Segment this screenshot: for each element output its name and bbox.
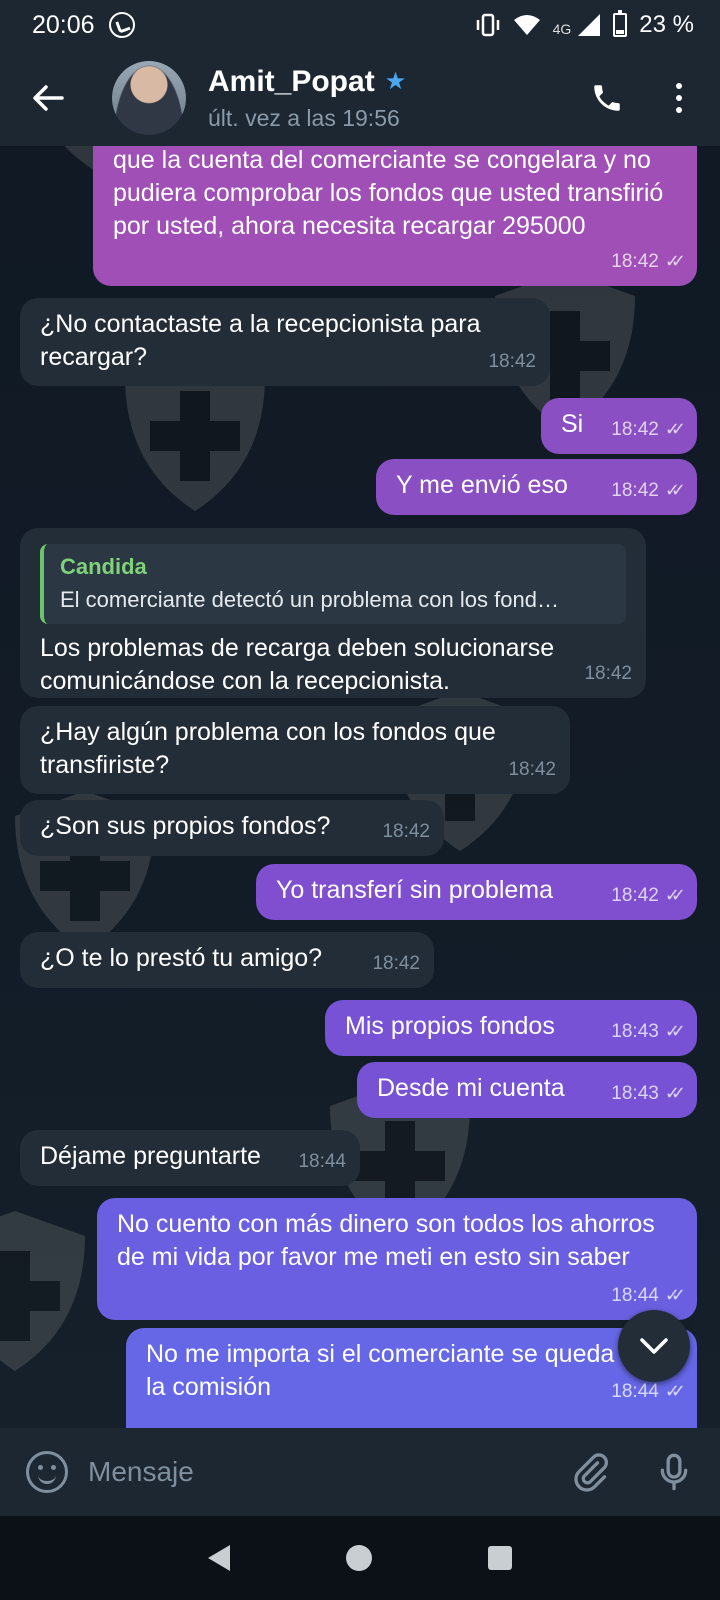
double-check-icon: ✓✓ <box>664 885 686 905</box>
chat-title[interactable]: Amit_Popat ★ últ. vez a las 19:56 <box>208 65 406 132</box>
message-outgoing[interactable]: Mis propios fondos 18:43 ✓✓ <box>325 1000 697 1056</box>
message-text: que la cuenta del comerciante se congela… <box>113 146 664 240</box>
status-bar: 20:06 4G 23 % <box>0 0 720 50</box>
message-incoming[interactable]: Candida El comerciante detectó un proble… <box>20 528 646 698</box>
avatar[interactable] <box>112 61 186 135</box>
phone-icon[interactable] <box>590 81 624 115</box>
message-time: 18:44 <box>611 1285 659 1306</box>
last-seen: últ. vez a las 19:56 <box>208 104 400 131</box>
message-time: 18:43 <box>611 1083 659 1104</box>
nav-recents-icon[interactable] <box>488 1546 512 1570</box>
status-time: 20:06 <box>32 10 95 39</box>
message-text: ¿O te lo prestó tu amigo? <box>40 944 323 972</box>
reply-text: El comerciante detectó un problema con l… <box>60 587 559 612</box>
scroll-down-button[interactable] <box>618 1310 690 1382</box>
message-incoming[interactable]: Déjame preguntarte 18:44 <box>20 1130 360 1186</box>
message-input-bar: Mensaje <box>0 1428 720 1516</box>
message-outgoing[interactable]: Si 18:42 ✓✓ <box>541 398 697 454</box>
message-text: ¿Son sus propios fondos? <box>40 812 331 840</box>
message-input[interactable]: Mensaje <box>88 1456 570 1488</box>
message-outgoing[interactable]: Desde mi cuenta 18:43 ✓✓ <box>357 1062 697 1118</box>
vibrate-icon <box>476 13 499 37</box>
signal-icon <box>578 14 601 36</box>
whatsapp-icon <box>108 12 135 38</box>
message-time: 18:42 <box>382 821 430 842</box>
reply-author: Candida <box>60 554 147 579</box>
watermark-shield-icon <box>0 1211 85 1371</box>
double-check-icon: ✓✓ <box>664 251 686 271</box>
message-text: No me importa si el comerciante se queda… <box>146 1340 662 1401</box>
chevron-down-icon <box>640 1338 668 1354</box>
reply-quote[interactable]: Candida El comerciante detectó un proble… <box>40 544 626 624</box>
attach-icon[interactable] <box>570 1452 610 1492</box>
message-time: 18:42 <box>611 419 659 440</box>
status-icons: 4G 23 % <box>475 10 694 39</box>
double-check-icon: ✓✓ <box>664 1285 686 1305</box>
message-incoming[interactable]: ¿Son sus propios fondos? 18:42 <box>20 800 444 856</box>
message-incoming[interactable]: ¿O te lo prestó tu amigo? 18:42 <box>20 932 434 988</box>
message-text: ¿No contactaste a la recepcionista para … <box>40 310 481 371</box>
message-outgoing[interactable]: Yo transferí sin problema 18:42 ✓✓ <box>256 864 697 920</box>
message-time: 18:43 <box>611 1021 659 1042</box>
message-time: 18:44 <box>298 1151 346 1172</box>
message-text: No cuento con más dinero son todos los a… <box>117 1210 655 1271</box>
message-incoming[interactable]: ¿No contactaste a la recepcionista para … <box>20 298 550 386</box>
double-check-icon: ✓✓ <box>664 1083 686 1103</box>
nav-back-icon[interactable] <box>208 1545 230 1571</box>
contact-name: Amit_Popat <box>208 64 375 98</box>
message-time: 18:42 <box>488 351 536 372</box>
double-check-icon: ✓✓ <box>664 1021 686 1041</box>
mic-icon[interactable] <box>654 1452 694 1492</box>
double-check-icon: ✓✓ <box>664 419 686 439</box>
back-arrow-icon[interactable] <box>30 80 66 116</box>
message-text: Los problemas de recarga deben soluciona… <box>40 634 555 695</box>
message-outgoing[interactable]: Y me envió eso 18:42 ✓✓ <box>376 459 697 515</box>
message-time: 18:42 <box>611 885 659 906</box>
message-time: 18:42 <box>611 251 659 272</box>
message-time: 18:42 <box>508 759 556 780</box>
network-type: 4G <box>552 21 572 37</box>
chat-area[interactable]: que la cuenta del comerciante se congela… <box>0 146 720 1428</box>
nav-home-icon[interactable] <box>346 1545 372 1571</box>
battery-icon <box>613 10 628 37</box>
verified-star-icon: ★ <box>384 68 407 95</box>
double-check-icon: ✓✓ <box>664 480 686 500</box>
system-nav-bar <box>0 1516 720 1600</box>
message-text: Déjame preguntarte <box>40 1142 261 1170</box>
message-time: 18:42 <box>611 480 659 501</box>
chat-header: Amit_Popat ★ últ. vez a las 19:56 <box>0 50 720 146</box>
message-outgoing[interactable]: No cuento con más dinero son todos los a… <box>97 1198 697 1320</box>
battery-percent: 23 % <box>639 11 694 38</box>
emoji-icon[interactable] <box>26 1451 68 1493</box>
message-incoming[interactable]: ¿Hay algún problema con los fondos que t… <box>20 706 570 794</box>
message-outgoing[interactable]: que la cuenta del comerciante se congela… <box>93 146 697 286</box>
message-outgoing[interactable]: No me importa si el comerciante se queda… <box>126 1328 697 1428</box>
wifi-icon <box>513 15 540 35</box>
message-time: 18:42 <box>584 663 632 684</box>
double-check-icon: ✓✓ <box>664 1381 686 1401</box>
more-vert-icon[interactable] <box>676 83 682 113</box>
message-text: ¿Hay algún problema con los fondos que t… <box>40 718 496 779</box>
message-time: 18:42 <box>372 953 420 974</box>
